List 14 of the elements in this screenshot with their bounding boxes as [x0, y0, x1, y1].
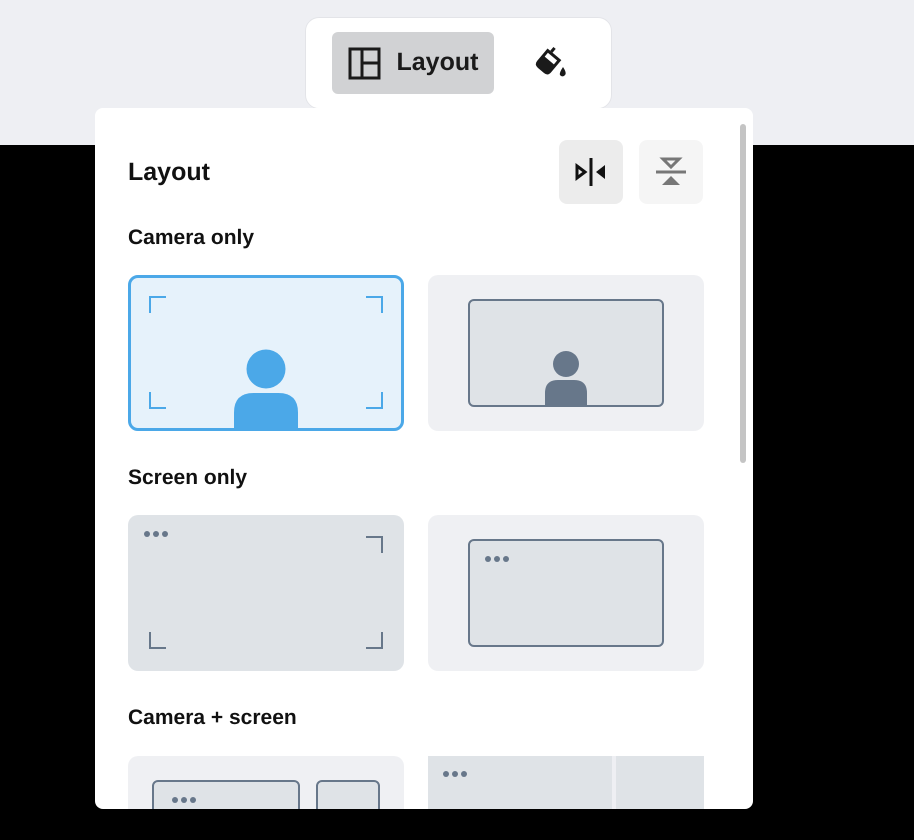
stacked-button[interactable] [639, 140, 703, 204]
layout-option[interactable] [428, 515, 704, 672]
panel-title: Layout [128, 157, 210, 187]
layout-button[interactable]: Layout [332, 32, 494, 94]
scrollbar-thumb[interactable] [740, 124, 746, 463]
mirror-vertical-icon [654, 157, 688, 187]
layout-option[interactable] [428, 275, 704, 432]
section-title: Screen only [128, 465, 248, 490]
mirror-horizontal-icon [574, 157, 608, 187]
side-by-side-button[interactable] [559, 140, 623, 204]
layout-option[interactable] [128, 275, 404, 432]
section-title: Camera + screen [128, 705, 298, 731]
layout-icon [348, 46, 380, 80]
section-title: Camera only [128, 225, 256, 250]
